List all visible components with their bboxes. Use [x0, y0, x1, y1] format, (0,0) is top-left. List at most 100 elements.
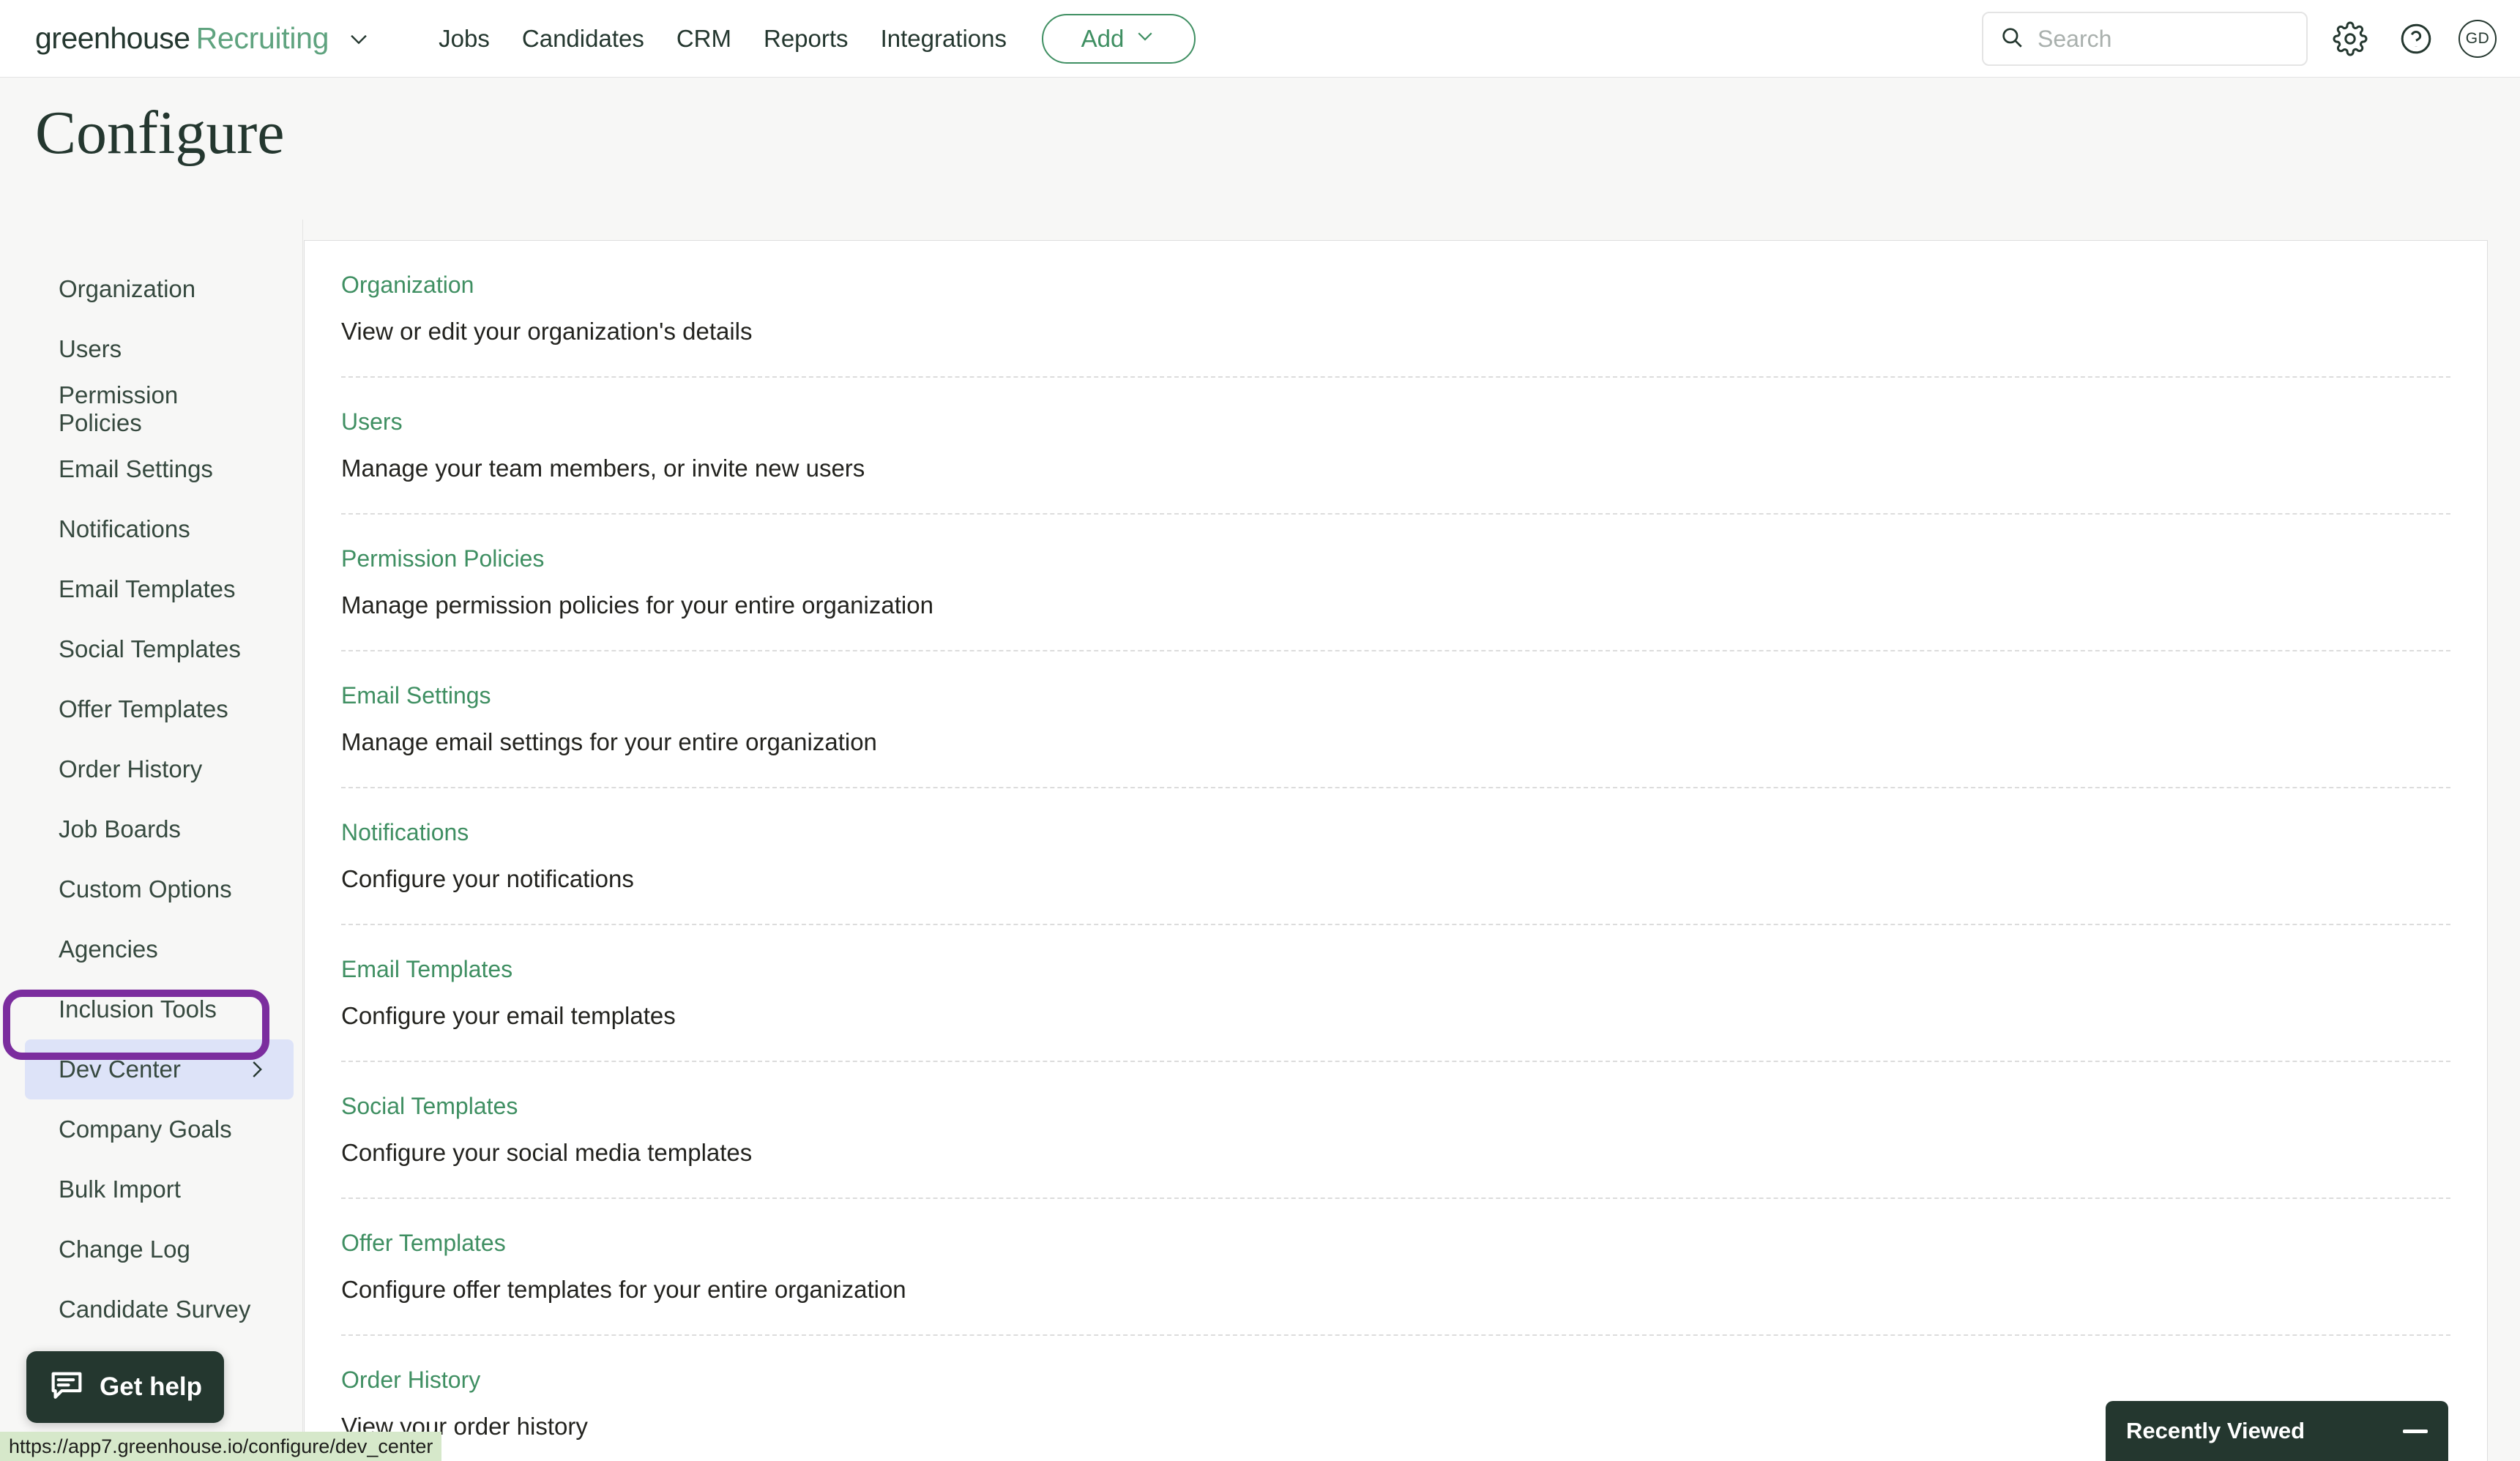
sidebar-item-label: Job Boards [59, 815, 181, 842]
chevron-down-icon [1134, 25, 1156, 53]
sidebar-item-label: Inclusion Tools [59, 995, 217, 1023]
config-description: Configure your notifications [341, 865, 634, 892]
config-row-inner: Offer Templates Configure offer templates… [341, 1199, 2450, 1336]
configure-sidebar: Organization Users Permission Policies Emai… [0, 220, 303, 1461]
get-help-button[interactable]: Get help [26, 1351, 225, 1423]
sidebar-item-change-log[interactable]: Change Log [25, 1219, 294, 1279]
main-menu: Jobs Candidates CRM Reports Integrations [439, 25, 1007, 53]
config-row-inner: Users Manage your team members, or invite… [341, 378, 2450, 515]
get-help-label: Get help [100, 1372, 203, 1401]
brand-logo[interactable]: greenhouse Recruiting [35, 21, 371, 56]
sidebar-item-agencies[interactable]: Agencies [25, 919, 294, 979]
brand-name: greenhouse [35, 21, 190, 55]
nav-link-crm[interactable]: CRM [676, 25, 731, 53]
sidebar-item-email-templates[interactable]: Email Templates [25, 559, 294, 619]
sidebar-item-dev-center[interactable]: Dev Center [25, 1039, 294, 1099]
sidebar-item-job-boards[interactable]: Job Boards [25, 799, 294, 859]
sidebar-item-label: Order History [59, 755, 203, 782]
config-link-users[interactable]: Users [341, 408, 403, 436]
avatar[interactable]: GD [2459, 20, 2497, 58]
sidebar-item-label: Change Log [59, 1236, 190, 1263]
add-button-label: Add [1081, 24, 1125, 52]
recently-viewed-label: Recently Viewed [2126, 1418, 2305, 1443]
config-row: Users Manage your team members, or invite… [305, 378, 2487, 515]
nav-link-integrations[interactable]: Integrations [881, 25, 1007, 53]
config-link-permission-policies[interactable]: Permission Policies [341, 545, 544, 572]
sidebar-item-custom-options[interactable]: Custom Options [25, 859, 294, 919]
search-icon [1999, 25, 2024, 53]
sidebar-item-social-templates[interactable]: Social Templates [25, 619, 294, 679]
search-input[interactable] [2038, 25, 2279, 53]
config-row: Organization View or edit your organizati… [305, 241, 2487, 378]
config-description: Configure offer templates for your entir… [341, 1276, 906, 1303]
config-description: Configure your social media templates [341, 1139, 753, 1166]
config-row: Email Settings Manage email settings for … [305, 651, 2487, 788]
sidebar-item-label: Email Templates [59, 575, 236, 602]
config-link-notifications[interactable]: Notifications [341, 819, 469, 846]
sidebar-item-label: Notifications [59, 515, 190, 542]
config-description: View or edit your organization's details [341, 318, 753, 345]
config-link-order-history[interactable]: Order History [341, 1367, 480, 1394]
config-row-inner: Notifications Configure your notification… [341, 788, 2450, 925]
nav-link-jobs[interactable]: Jobs [439, 25, 490, 53]
config-row: Email Templates Configure your email temp… [305, 925, 2487, 1062]
config-description: Manage your team members, or invite new … [341, 455, 865, 482]
minimize-icon[interactable] [2403, 1429, 2428, 1433]
sidebar-item-label: Dev Center [59, 1055, 181, 1083]
sidebar-item-permission-policies[interactable]: Permission Policies [25, 379, 294, 439]
sidebar-item-organization[interactable]: Organization [25, 259, 294, 319]
brand-product: Recruiting [195, 21, 329, 55]
config-description: Configure your email templates [341, 1002, 676, 1029]
question-circle-icon[interactable] [2393, 15, 2439, 62]
sidebar-item-bulk-import[interactable]: Bulk Import [25, 1159, 294, 1219]
sidebar-item-users[interactable]: Users [25, 319, 294, 379]
config-link-email-settings[interactable]: Email Settings [341, 682, 491, 709]
sidebar-item-label: Bulk Import [59, 1176, 181, 1203]
chat-bubble-icon [48, 1367, 85, 1408]
config-link-offer-templates[interactable]: Offer Templates [341, 1230, 506, 1257]
sidebar-item-label: Candidate Survey [59, 1296, 251, 1323]
sidebar-item-notifications[interactable]: Notifications [25, 499, 294, 559]
config-row: Offer Templates Configure offer templates… [305, 1199, 2487, 1336]
config-row: Permission Policies Manage permission pol… [305, 515, 2487, 651]
configure-settings-panel: Organization View or edit your organizati… [304, 240, 2488, 1461]
nav-link-candidates[interactable]: Candidates [522, 25, 644, 53]
nav-link-reports[interactable]: Reports [764, 25, 849, 53]
config-link-email-templates[interactable]: Email Templates [341, 956, 512, 983]
sidebar-item-label: Permission Policies [59, 381, 179, 436]
sidebar-item-label: Email Settings [59, 455, 213, 482]
config-row-inner: Organization View or edit your organizati… [341, 241, 2450, 378]
sidebar-item-label: Organization [59, 275, 196, 302]
sidebar-item-inclusion-tools[interactable]: Inclusion Tools [25, 979, 294, 1039]
chevron-right-icon [245, 1058, 267, 1080]
search-box[interactable] [1982, 12, 2308, 66]
status-bar-url: https://app7.greenhouse.io/configure/dev… [0, 1432, 442, 1461]
sidebar-item-label: Social Templates [59, 635, 241, 662]
config-row-inner: Permission Policies Manage permission pol… [341, 515, 2450, 651]
sidebar-item-offer-templates[interactable]: Offer Templates [25, 679, 294, 739]
config-row-inner: Email Settings Manage email settings for … [341, 651, 2450, 788]
config-row-inner: Email Templates Configure your email temp… [341, 925, 2450, 1062]
config-row-inner: Social Templates Configure your social me… [341, 1062, 2450, 1199]
top-navigation-bar: greenhouse Recruiting Jobs Candidates CR… [0, 0, 2520, 78]
gear-icon[interactable] [2327, 15, 2374, 62]
sidebar-item-label: Company Goals [59, 1116, 232, 1143]
sidebar-item-email-settings[interactable]: Email Settings [25, 439, 294, 499]
sidebar-item-label: Custom Options [59, 875, 232, 903]
sidebar-item-label: Agencies [59, 935, 158, 963]
chevron-down-icon[interactable] [346, 26, 371, 51]
config-link-organization[interactable]: Organization [341, 272, 474, 299]
page-title: Configure [35, 99, 285, 167]
sidebar-item-order-history[interactable]: Order History [25, 739, 294, 799]
sidebar-item-label: Offer Templates [59, 695, 228, 722]
config-row: Notifications Configure your notification… [305, 788, 2487, 925]
sidebar-item-candidate-survey[interactable]: Candidate Survey [25, 1279, 294, 1339]
sidebar-item-company-goals[interactable]: Company Goals [25, 1099, 294, 1159]
config-description: Manage email settings for your entire or… [341, 728, 877, 755]
add-button[interactable]: Add [1042, 13, 1196, 64]
config-row: Social Templates Configure your social me… [305, 1062, 2487, 1199]
recently-viewed-panel[interactable]: Recently Viewed [2106, 1401, 2448, 1461]
sidebar-item-label: Users [59, 335, 122, 362]
config-description: Manage permission policies for your enti… [341, 591, 933, 619]
config-link-social-templates[interactable]: Social Templates [341, 1093, 518, 1120]
